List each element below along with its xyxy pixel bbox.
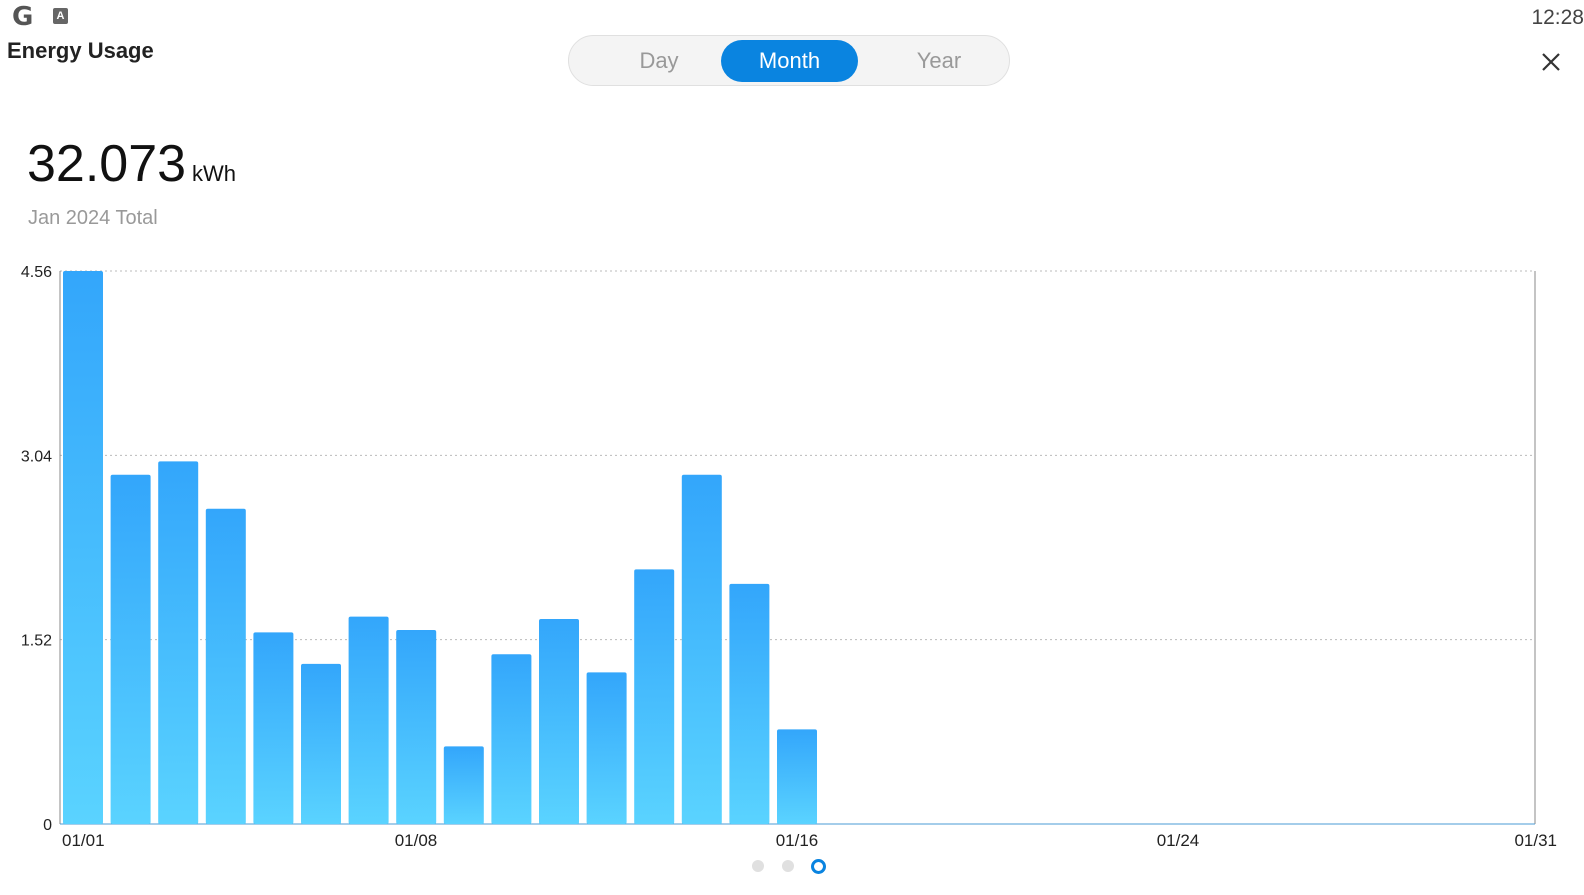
bar-01-02	[110, 474, 151, 824]
total-label: Jan 2024 Total	[28, 207, 158, 229]
bar-01-11	[539, 619, 579, 824]
y-tick-label: 1.52	[21, 633, 52, 650]
bar-01-09	[443, 746, 484, 824]
y-tick-label: 4.56	[21, 264, 52, 281]
y-tick-label: 0	[43, 817, 52, 834]
clock: 12:28	[1531, 6, 1584, 29]
x-tick-label: 01/31	[1514, 831, 1557, 850]
bar-01-13	[634, 569, 675, 824]
tab-month[interactable]: Month	[721, 40, 858, 82]
bar-01-12	[586, 672, 627, 824]
status-bar: G A 12:28	[0, 0, 1584, 34]
usage-chart: 0 1.52 3.04 4.56 01/01 01/08 01/16 01/24 01/31	[21, 264, 1557, 850]
x-tick-label: 01/24	[1157, 831, 1200, 850]
page-indicator	[748, 857, 838, 877]
bar-01-08	[396, 629, 437, 824]
total-unit: kWh	[192, 161, 237, 186]
bar-01-06	[301, 663, 341, 824]
bar-01-16	[777, 729, 817, 824]
bar-01-05	[253, 632, 294, 824]
x-tick-label: 01/01	[62, 831, 105, 850]
page-dot-1[interactable]	[752, 860, 764, 872]
keyboard-icon: A	[53, 8, 68, 24]
y-tick-label: 3.04	[21, 448, 52, 465]
bar-01-14	[681, 474, 722, 824]
page-dot-3[interactable]	[811, 859, 826, 874]
bar-01-01	[63, 271, 103, 824]
bar-01-03	[158, 461, 199, 824]
total-readout: 32.073 kWh	[27, 134, 236, 194]
page-dot-2[interactable]	[782, 860, 794, 872]
total-value: 32.073	[27, 135, 187, 193]
close-icon	[1542, 53, 1560, 71]
tab-day[interactable]: Day	[599, 40, 719, 82]
close-button[interactable]	[1538, 49, 1564, 75]
page-title: Energy Usage	[7, 38, 154, 63]
bar-01-07	[348, 616, 389, 824]
x-tick-label: 01/08	[395, 831, 438, 850]
bar-01-15	[729, 583, 770, 824]
bar-01-10	[491, 654, 532, 824]
google-icon: G	[12, 2, 34, 32]
bar-01-04	[205, 508, 246, 824]
period-tabs: Day Month Year	[568, 35, 1010, 86]
x-tick-label: 01/16	[776, 831, 819, 850]
tab-year[interactable]: Year	[874, 40, 1004, 82]
